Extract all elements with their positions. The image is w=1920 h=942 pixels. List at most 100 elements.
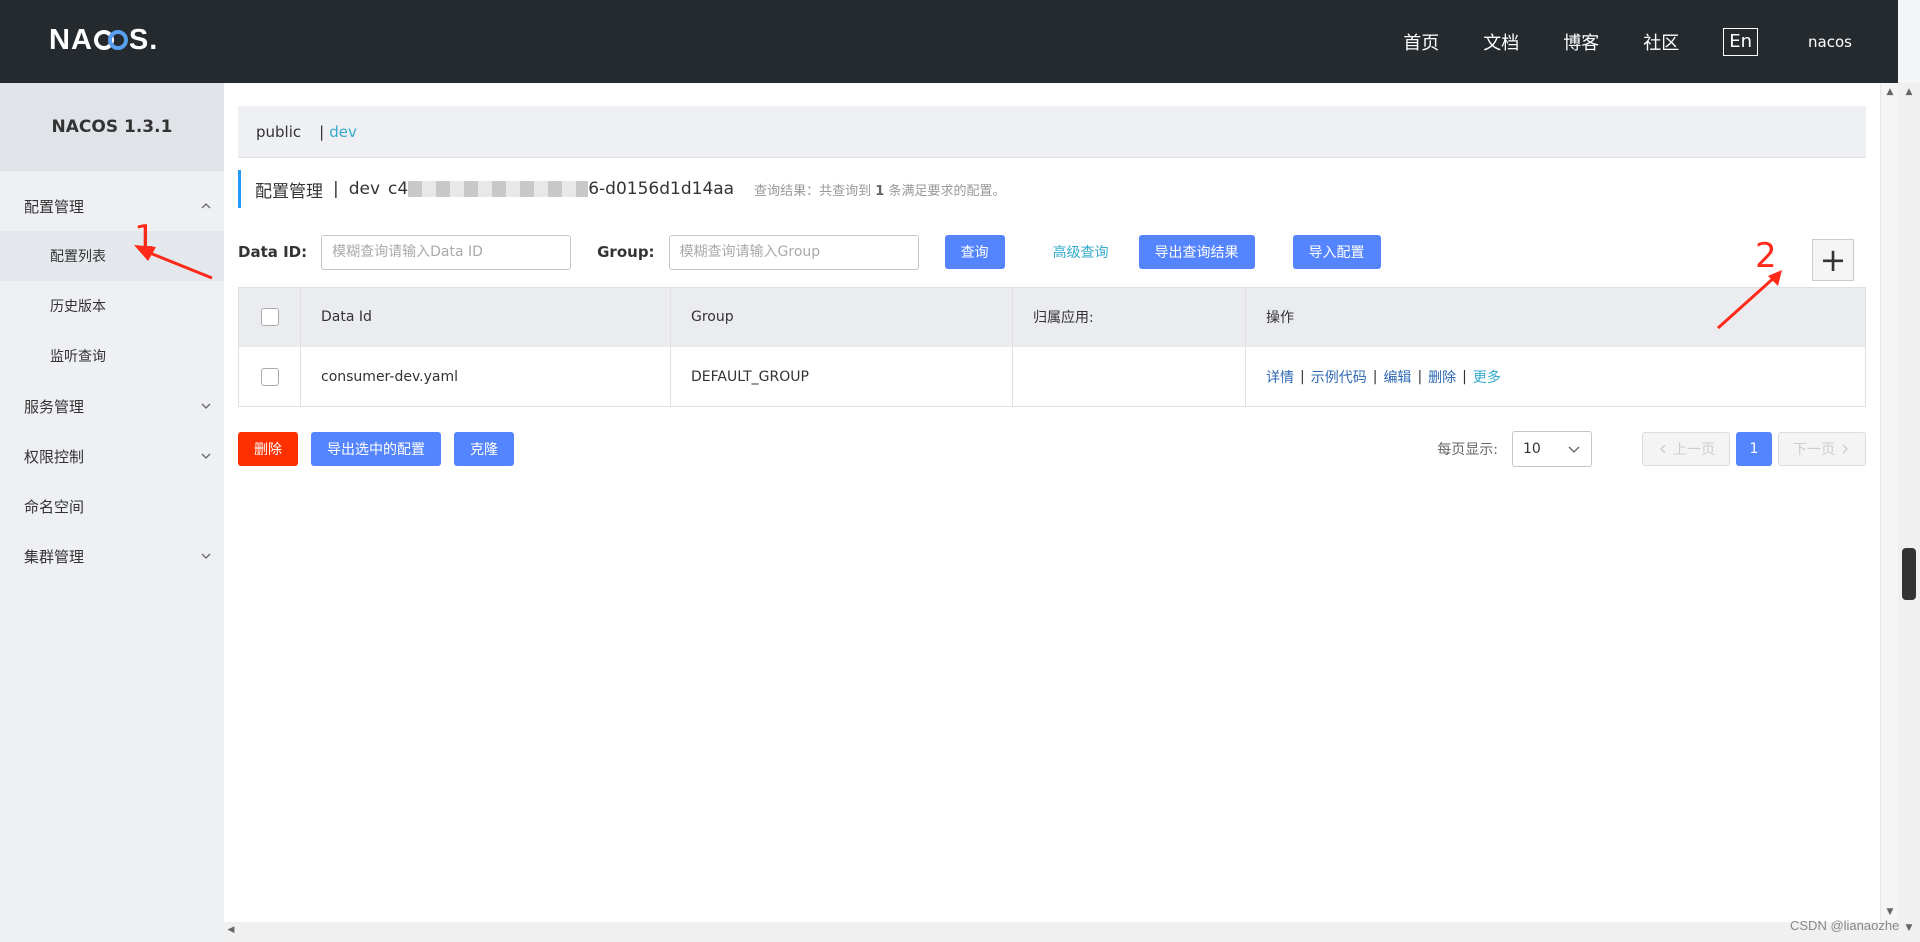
table-row: consumer-dev.yaml DEFAULT_GROUP 详情 | 示例代码… <box>239 347 1865 406</box>
namespace-bar: public | dev <box>238 106 1866 158</box>
op-delete-link[interactable]: 删除 <box>1428 367 1456 387</box>
prev-page-button[interactable]: 上一页 <box>1642 432 1730 466</box>
window-scroll-up-icon[interactable]: ▲ <box>1898 87 1920 97</box>
title-separator: | <box>333 179 339 199</box>
header-group: Group <box>671 288 1013 346</box>
op-detail-link[interactable]: 详情 <box>1266 367 1294 387</box>
table-header-row: Data Id Group 归属应用: 操作 <box>239 288 1865 347</box>
nacos-logo[interactable]: NA S. <box>49 24 158 56</box>
query-result: 查询结果：共查询到 1 条满足要求的配置。 <box>754 183 1006 199</box>
header-dataid: Data Id <box>301 288 671 346</box>
scroll-thumb[interactable] <box>1902 548 1916 600</box>
content-vertical-scrollbar[interactable]: ▲ ▼ <box>1880 83 1898 922</box>
result-count: 1 <box>875 183 885 199</box>
sidebar-item-config-management[interactable]: 配置管理 <box>0 181 224 231</box>
namespace-separator: | <box>319 122 325 141</box>
chevron-down-icon <box>201 553 211 559</box>
sidebar-item-label: 监听查询 <box>50 349 106 365</box>
cell-dataid: consumer-dev.yaml <box>301 347 671 406</box>
sidebar-item-label: 命名空间 <box>24 497 85 516</box>
user-name[interactable]: nacos <box>1808 33 1852 51</box>
title-namespace-id-start: c4 <box>388 179 409 199</box>
add-config-button[interactable]: + <box>1812 239 1854 281</box>
op-sample-code-link[interactable]: 示例代码 <box>1311 367 1367 387</box>
cell-operations: 详情 | 示例代码 | 编辑 | 删除 | 更多 <box>1266 367 1501 387</box>
page-title: 配置管理 | dev c4 6-d0156d1d14aa 查询结果：共查询到 1… <box>238 170 1005 208</box>
nav-docs[interactable]: 文档 <box>1483 29 1519 55</box>
sidebar-menu: 配置管理 配置列表 历史版本 监听查询 服务管理 权限控制 命名空间 集群管理 <box>0 181 224 581</box>
chevron-down-icon <box>201 453 211 459</box>
window-scroll-down-icon[interactable]: ▼ <box>1898 923 1920 933</box>
page-size-select[interactable]: 10 <box>1512 431 1592 467</box>
advanced-query-link[interactable]: 高级查询 <box>1053 242 1109 262</box>
horizontal-scrollbar[interactable]: ◀ <box>224 922 1898 942</box>
main-content: public | dev 配置管理 | dev c4 6-d0156d1d14a… <box>224 83 1880 922</box>
pagination: 每页显示: 10 上一页 1 下一页 <box>1437 431 1866 467</box>
group-input[interactable] <box>668 234 919 270</box>
nav-community[interactable]: 社区 <box>1643 29 1679 55</box>
sidebar-item-service-management[interactable]: 服务管理 <box>0 381 224 431</box>
sidebar-item-namespace[interactable]: 命名空间 <box>0 481 224 531</box>
sidebar-item-label: 配置管理 <box>24 197 85 216</box>
language-switch[interactable]: En <box>1723 27 1759 56</box>
export-selected-button[interactable]: 导出选中的配置 <box>311 432 441 466</box>
namespace-public[interactable]: public <box>256 123 301 141</box>
import-config-button[interactable]: 导入配置 <box>1292 235 1381 269</box>
chevron-left-icon <box>1660 444 1666 454</box>
sidebar-item-listener-query[interactable]: 监听查询 <box>0 331 224 381</box>
header-operations: 操作 <box>1266 310 1294 326</box>
sidebar: NACOS 1.3.1 配置管理 配置列表 历史版本 监听查询 服务管理 权限控… <box>0 83 224 942</box>
top-nav: 首页 文档 博客 社区 En nacos <box>1359 0 1852 83</box>
export-query-button[interactable]: 导出查询结果 <box>1138 235 1255 269</box>
delete-button[interactable]: 删除 <box>238 432 298 466</box>
group-label: Group: <box>597 243 655 261</box>
sidebar-item-label: 历史版本 <box>50 299 106 315</box>
page-size-label: 每页显示: <box>1437 442 1498 458</box>
annotation-number-2: 2 <box>1755 236 1777 276</box>
next-page-button[interactable]: 下一页 <box>1778 432 1866 466</box>
window-vertical-scrollbar[interactable]: ▲ ▼ <box>1898 83 1920 942</box>
sidebar-item-label: 集群管理 <box>24 547 85 566</box>
nav-home[interactable]: 首页 <box>1403 29 1439 55</box>
page-size-value: 10 <box>1523 441 1541 457</box>
sidebar-item-label: 服务管理 <box>24 397 85 416</box>
config-table: Data Id Group 归属应用: 操作 consumer-dev.yaml… <box>238 287 1866 407</box>
title-namespace-id-end: 6-d0156d1d14aa <box>588 179 735 199</box>
version-label: NACOS 1.3.1 <box>0 83 224 171</box>
title-prefix: 配置管理 <box>255 181 323 202</box>
clone-button[interactable]: 克隆 <box>454 432 514 466</box>
sidebar-item-access-control[interactable]: 权限控制 <box>0 431 224 481</box>
redacted-mask <box>408 181 589 197</box>
cell-app <box>1013 347 1246 406</box>
row-checkbox[interactable] <box>260 367 279 386</box>
select-all-checkbox[interactable] <box>260 308 279 326</box>
header-checkbox-cell <box>239 288 301 346</box>
dataid-label: Data ID: <box>238 243 308 261</box>
nav-blog[interactable]: 博客 <box>1563 29 1599 55</box>
row-checkbox-cell <box>239 347 301 406</box>
namespace-dev[interactable]: dev <box>329 123 357 141</box>
sidebar-item-label: 权限控制 <box>24 447 85 466</box>
chevron-down-icon <box>1568 446 1580 453</box>
sidebar-item-label: 配置列表 <box>50 249 106 265</box>
op-edit-link[interactable]: 编辑 <box>1383 367 1411 387</box>
header-app: 归属应用: <box>1013 288 1246 346</box>
dataid-input[interactable] <box>321 234 572 270</box>
sidebar-item-config-list[interactable]: 配置列表 <box>0 231 224 281</box>
sidebar-item-history[interactable]: 历史版本 <box>0 281 224 331</box>
annotation-number-1: 1 <box>134 218 156 258</box>
chevron-up-icon <box>201 203 211 209</box>
op-more-link[interactable]: 更多 <box>1473 367 1501 387</box>
top-navbar: NA S. 首页 文档 博客 社区 En nacos <box>0 0 1898 83</box>
bottom-actions: 删除 导出选中的配置 克隆 每页显示: 10 上一页 1 下一页 <box>238 431 1866 467</box>
title-namespace: dev <box>348 179 381 199</box>
query-button[interactable]: 查询 <box>944 235 1005 269</box>
page-number-1[interactable]: 1 <box>1736 432 1772 466</box>
search-row: Data ID: Group: 查询 高级查询 导出查询结果 导入配置 <box>238 234 1381 270</box>
chevron-right-icon <box>1842 444 1848 454</box>
scroll-left-arrow-icon[interactable]: ◀ <box>224 925 238 935</box>
sidebar-item-cluster-management[interactable]: 集群管理 <box>0 531 224 581</box>
watermark: CSDN @lianaozhe <box>1790 918 1900 933</box>
chevron-down-icon <box>201 403 211 409</box>
cell-group: DEFAULT_GROUP <box>671 347 1013 406</box>
